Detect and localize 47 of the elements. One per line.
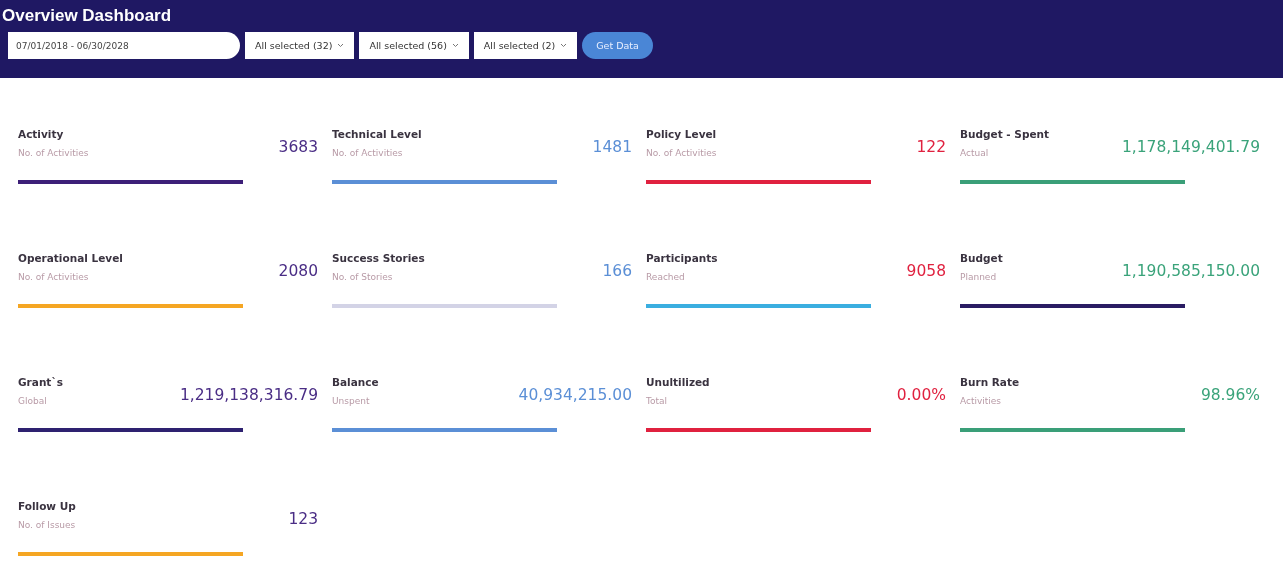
card-value: 98.96% (1200, 385, 1260, 404)
card-title: Balance (332, 376, 379, 388)
date-range-field[interactable]: 07/01/2018 - 06/30/2028 (8, 32, 240, 59)
card-title: Unultilized (646, 376, 710, 388)
card-value: 1,178,149,401.79 (1121, 137, 1260, 156)
card-value: 3683 (278, 137, 318, 156)
card-subtitle: No. of Issues (18, 520, 76, 530)
card-value: 0.00% (896, 385, 946, 404)
card-title: Success Stories (332, 252, 425, 264)
card-title: Burn Rate (960, 376, 1020, 388)
card-subtitle: Actual (960, 148, 990, 158)
filter-dropdown[interactable]: All selected (32) (245, 32, 355, 59)
card-subtitle: Activities (960, 396, 1003, 406)
card-title: Policy Level (646, 128, 717, 140)
card-subtitle: Reached (646, 272, 686, 282)
card-value: 2080 (278, 261, 318, 280)
card-value: 122 (916, 137, 946, 156)
card-title: Technical Level (332, 128, 422, 140)
filter-dropdown[interactable]: All selected (56) (359, 32, 469, 59)
card-subtitle: No. of Activities (18, 272, 90, 282)
filter-dropdown[interactable]: All selected (2) (473, 32, 578, 59)
card-subtitle: Planned (960, 272, 998, 282)
card-subtitle: No. of Activities (332, 148, 404, 158)
page-title: Overview Dashboard (2, 6, 173, 26)
card-title: Budget (960, 252, 1003, 264)
card-title: Budget - Spent (960, 128, 1049, 140)
card-title: Grant`s (18, 376, 63, 388)
card-subtitle: No. of Activities (646, 148, 717, 158)
card-value: 9058 (906, 261, 946, 280)
card-subtitle: Global (18, 396, 48, 406)
card-subtitle: Total (646, 396, 669, 406)
chevron-down-icon (337, 43, 345, 48)
card-title: Operational Level (18, 252, 123, 264)
card-value: 123 (288, 509, 318, 528)
card-value: 166 (602, 261, 632, 280)
chevron-down-icon (451, 43, 459, 48)
card-value: 1,219,138,316.79 (179, 385, 318, 404)
card-subtitle: No. of Stories (332, 272, 394, 282)
card-subtitle: No. of Activities (18, 148, 89, 158)
card-title: Follow Up (18, 500, 76, 512)
chevron-down-icon (560, 43, 568, 48)
card-subtitle: Unspent (332, 396, 371, 406)
card-title: Participants (646, 252, 718, 264)
card-value: 40,934,215.00 (518, 385, 632, 404)
card-value: 1481 (592, 137, 632, 156)
card-value: 1,190,585,150.00 (1121, 261, 1260, 280)
card-title: Activity (18, 128, 65, 140)
